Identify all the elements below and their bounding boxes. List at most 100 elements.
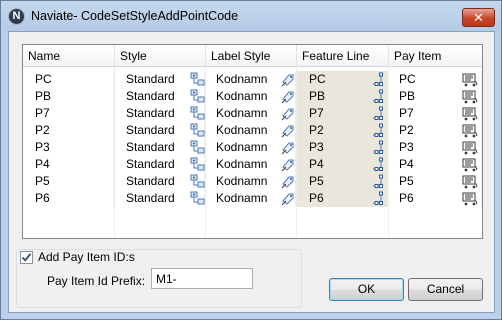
cell-style[interactable]: Standard [114, 139, 205, 156]
table-row[interactable]: P4 Standard Kodnamn P4 P4 [23, 156, 482, 173]
cell-label-style[interactable]: Kodnamn [205, 156, 296, 173]
dialog-window: N Naviate- CodeSetStyleAddPointCode ✕ Na… [0, 0, 502, 320]
cell-style[interactable]: Standard [114, 71, 205, 88]
column-header-name[interactable]: Name [23, 45, 115, 67]
cell-feature-line[interactable]: P2 [296, 122, 388, 139]
pay-item-value: P4 [399, 157, 414, 171]
label-style-icon[interactable] [280, 89, 296, 104]
column-header-label-style[interactable]: Label Style [206, 45, 297, 67]
pay-item-icon[interactable] [462, 72, 478, 87]
point-style-icon[interactable] [190, 191, 206, 206]
point-style-icon[interactable] [190, 140, 206, 155]
feature-line-icon[interactable] [370, 157, 386, 172]
cell-label-style[interactable]: Kodnamn [205, 71, 296, 88]
cell-style[interactable]: Standard [114, 105, 205, 122]
add-pay-item-checkbox[interactable] [20, 251, 33, 264]
cell-pay-item[interactable]: P4 [388, 156, 482, 173]
point-style-icon[interactable] [190, 174, 206, 189]
cell-pay-item[interactable]: P2 [388, 122, 482, 139]
title-bar[interactable]: N Naviate- CodeSetStyleAddPointCode ✕ [1, 1, 501, 31]
table-row[interactable]: P3 Standard Kodnamn P3 P3 [23, 139, 482, 156]
cell-style[interactable]: Standard [114, 190, 205, 207]
cell-pay-item[interactable]: PC [388, 71, 482, 88]
cell-label-style[interactable]: Kodnamn [205, 122, 296, 139]
pay-item-prefix-input[interactable] [151, 268, 253, 289]
cell-name[interactable]: P4 [23, 156, 114, 173]
point-style-icon[interactable] [190, 106, 206, 121]
label-style-icon[interactable] [280, 106, 296, 121]
feature-line-icon[interactable] [370, 123, 386, 138]
cell-style[interactable]: Standard [114, 122, 205, 139]
label-style-icon[interactable] [280, 174, 296, 189]
cell-style[interactable]: Standard [114, 88, 205, 105]
cell-name[interactable]: P7 [23, 105, 114, 122]
name-value: P5 [35, 174, 50, 188]
cell-feature-line[interactable]: P3 [296, 139, 388, 156]
feature-line-value: P3 [309, 140, 324, 154]
feature-line-icon[interactable] [370, 72, 386, 87]
label-style-icon[interactable] [280, 157, 296, 172]
label-style-icon[interactable] [280, 140, 296, 155]
cell-name[interactable]: PC [23, 71, 114, 88]
column-header-style[interactable]: Style [115, 45, 206, 67]
cell-name[interactable]: P6 [23, 190, 114, 207]
point-style-icon[interactable] [190, 72, 206, 87]
feature-line-icon[interactable] [370, 174, 386, 189]
pay-item-icon[interactable] [462, 89, 478, 104]
cancel-button[interactable]: Cancel [408, 278, 483, 301]
cell-feature-line[interactable]: P4 [296, 156, 388, 173]
cell-feature-line[interactable]: PB [296, 88, 388, 105]
cell-name[interactable]: P5 [23, 173, 114, 190]
feature-line-value: P2 [309, 123, 324, 137]
feature-line-icon[interactable] [370, 191, 386, 206]
pay-item-value: P7 [399, 106, 414, 120]
cell-name[interactable]: P2 [23, 122, 114, 139]
table-row[interactable]: PC Standard Kodnamn PC PC [23, 71, 482, 88]
label-style-icon[interactable] [280, 191, 296, 206]
cell-feature-line[interactable]: P6 [296, 190, 388, 207]
point-style-icon[interactable] [190, 123, 206, 138]
pay-item-icon[interactable] [462, 106, 478, 121]
column-header-feature-line[interactable]: Feature Line [297, 45, 389, 67]
cell-label-style[interactable]: Kodnamn [205, 139, 296, 156]
cell-pay-item[interactable]: P5 [388, 173, 482, 190]
point-style-icon[interactable] [190, 157, 206, 172]
cell-style[interactable]: Standard [114, 173, 205, 190]
cell-label-style[interactable]: Kodnamn [205, 105, 296, 122]
point-style-icon[interactable] [190, 89, 206, 104]
cell-pay-item[interactable]: PB [388, 88, 482, 105]
pay-item-icon[interactable] [462, 140, 478, 155]
cell-pay-item[interactable]: P6 [388, 190, 482, 207]
table-row[interactable]: P7 Standard Kodnamn P7 P7 [23, 105, 482, 122]
cell-label-style[interactable]: Kodnamn [205, 88, 296, 105]
table-row[interactable]: P5 Standard Kodnamn P5 P5 [23, 173, 482, 190]
feature-line-icon[interactable] [370, 89, 386, 104]
cell-label-style[interactable]: Kodnamn [205, 190, 296, 207]
cell-pay-item[interactable]: P3 [388, 139, 482, 156]
table-row[interactable]: PB Standard Kodnamn PB PB [23, 88, 482, 105]
label-style-icon[interactable] [280, 123, 296, 138]
cell-pay-item[interactable]: P7 [388, 105, 482, 122]
close-button[interactable]: ✕ [462, 8, 495, 27]
ok-button[interactable]: OK [329, 278, 404, 301]
table-row[interactable]: P6 Standard Kodnamn P6 P6 [23, 190, 482, 207]
name-value: P4 [35, 157, 50, 171]
pay-item-icon[interactable] [462, 174, 478, 189]
pay-item-icon[interactable] [462, 191, 478, 206]
cell-feature-line[interactable]: P5 [296, 173, 388, 190]
column-header-pay-item[interactable]: Pay Item [389, 45, 482, 67]
table-row[interactable]: P2 Standard Kodnamn P2 P2 [23, 122, 482, 139]
cell-feature-line[interactable]: P7 [296, 105, 388, 122]
pay-item-icon[interactable] [462, 123, 478, 138]
label-style-icon[interactable] [280, 72, 296, 87]
cell-feature-line[interactable]: PC [296, 71, 388, 88]
cell-style[interactable]: Standard [114, 156, 205, 173]
cell-name[interactable]: P3 [23, 139, 114, 156]
pay-item-icon[interactable] [462, 157, 478, 172]
cell-name[interactable]: PB [23, 88, 114, 105]
add-pay-item-label[interactable]: Add Pay Item ID:s [38, 250, 138, 264]
feature-line-icon[interactable] [370, 106, 386, 121]
feature-line-icon[interactable] [370, 140, 386, 155]
cell-label-style[interactable]: Kodnamn [205, 173, 296, 190]
style-value: Standard [126, 191, 175, 205]
